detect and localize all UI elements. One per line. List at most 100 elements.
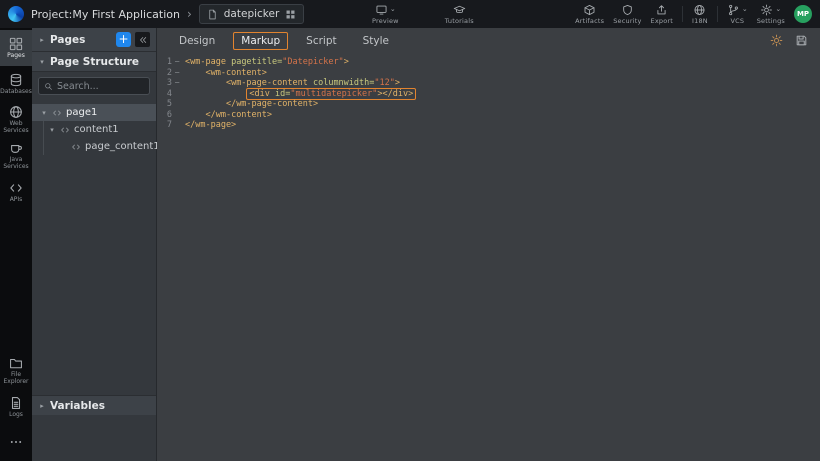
panel-footer-space xyxy=(32,415,156,461)
tree-item-label: content1 xyxy=(74,124,119,135)
widget-highlight-box: <div id="multidatepicker"></div> xyxy=(246,88,416,100)
toolbar-label: I18N xyxy=(692,17,708,25)
caret-right-icon[interactable]: ▸ xyxy=(38,36,46,44)
page-tab[interactable]: datepicker xyxy=(199,4,305,24)
search-input[interactable] xyxy=(57,81,144,92)
file-lines-icon xyxy=(9,396,23,410)
tree-children: ▾ content1 page_content1 xyxy=(43,121,156,155)
search-box[interactable] xyxy=(38,77,150,95)
tutorials-button[interactable]: Tutorials xyxy=(445,3,474,25)
variables-title: Variables xyxy=(50,400,105,412)
topbar-center: ⌄Preview Tutorials xyxy=(372,0,474,28)
graduation-cap-icon xyxy=(453,4,466,16)
rail-item-file-explorer[interactable]: File Explorer xyxy=(0,353,32,389)
code-token: </wm-content> xyxy=(205,110,272,120)
editor-line[interactable]: 6 </wm-content> xyxy=(157,110,820,121)
export-button[interactable]: Export xyxy=(651,3,673,25)
search-icon xyxy=(44,82,53,91)
caret-down-icon[interactable]: ▾ xyxy=(40,109,48,117)
preview-button[interactable]: ⌄Preview xyxy=(372,3,399,25)
editor-tabs: Design Markup Script Style xyxy=(171,32,397,50)
tab-markup[interactable]: Markup xyxy=(233,32,288,50)
export-icon xyxy=(655,4,668,16)
tab-style[interactable]: Style xyxy=(355,32,397,50)
icon-row: ⌄ xyxy=(760,3,781,16)
line-number: 7 xyxy=(157,120,172,131)
fold-marker[interactable]: − xyxy=(172,78,182,89)
icon-row: ⌄ xyxy=(375,3,396,16)
page-icon xyxy=(207,9,218,20)
artifacts-button[interactable]: Artifacts xyxy=(575,3,604,25)
editor-line[interactable]: 1−<wm-page pagetitle="Datepicker"> xyxy=(157,57,820,68)
rail-item-label: Java Services xyxy=(0,157,32,171)
save-icon[interactable] xyxy=(795,34,808,47)
tree-item-content1[interactable]: ▾ content1 xyxy=(44,121,156,138)
toolbar-label: Security xyxy=(613,17,641,25)
code-text: </wm-page-content> xyxy=(182,99,318,110)
editor-line[interactable]: 7</wm-page> xyxy=(157,120,820,131)
gear-icon xyxy=(760,4,773,16)
caret-down-icon[interactable]: ▾ xyxy=(48,126,56,134)
add-page-button[interactable]: + xyxy=(116,32,131,47)
icon-row: ⌄ xyxy=(727,3,748,16)
fold-marker[interactable]: − xyxy=(172,57,182,68)
markup-settings-gear-icon[interactable] xyxy=(770,34,783,47)
rail-item-label: Web Services xyxy=(0,121,32,135)
tab-design[interactable]: Design xyxy=(171,32,223,50)
rail-item-label: Databases xyxy=(0,89,32,96)
rail-item-ellipsis-icon[interactable] xyxy=(0,425,32,461)
tree-item-label: page_content1 xyxy=(85,141,160,152)
caret-right-icon[interactable]: ▸ xyxy=(38,402,46,410)
toolbar-label: Settings xyxy=(757,17,785,25)
grid-icon[interactable] xyxy=(285,9,296,20)
editor-line[interactable]: 5 </wm-page-content> xyxy=(157,99,820,110)
tree-item-page1[interactable]: ▾page1 xyxy=(32,104,156,121)
caret-down-icon[interactable]: ▾ xyxy=(38,58,46,66)
editor-line[interactable]: 4 <div id="multidatepicker"></div> xyxy=(157,89,820,100)
vcs-button[interactable]: ⌄VCS xyxy=(727,3,748,25)
i18n-button[interactable]: I18N xyxy=(692,3,708,25)
line-number: 1 xyxy=(157,57,172,68)
wavemaker-logo-icon[interactable] xyxy=(8,6,24,22)
line-number: 2 xyxy=(157,68,172,79)
page-structure-header[interactable]: ▾ Page Structure xyxy=(32,51,156,72)
project-name: Project:My First Application xyxy=(31,8,180,21)
code-token xyxy=(185,110,205,120)
code-token: id= xyxy=(275,89,290,99)
editor-line[interactable]: 3− <wm-page-content columnwidth="12"> xyxy=(157,78,820,89)
code-token: "12" xyxy=(374,78,394,88)
pages-panel-header[interactable]: ▸ Pages + xyxy=(32,28,156,51)
icon-row xyxy=(583,3,596,16)
code-token: > xyxy=(395,78,400,88)
separator xyxy=(682,6,683,22)
code-token xyxy=(185,99,226,109)
rail-item-apis[interactable]: APIs xyxy=(0,174,32,210)
user-avatar[interactable]: MP xyxy=(794,5,812,23)
code-token xyxy=(185,68,205,78)
rail-item-logs[interactable]: Logs xyxy=(0,389,32,425)
variables-header[interactable]: ▸ Variables xyxy=(32,395,156,415)
pages-panel: ▸ Pages + ▾ Page Structure ▾page1▾conten… xyxy=(32,28,157,461)
toolbar-label: Artifacts xyxy=(575,17,604,25)
chevron-down-icon: ⌄ xyxy=(390,6,396,13)
rail-item-java-services[interactable]: Java Services xyxy=(0,138,32,174)
settings-button[interactable]: ⌄Settings xyxy=(757,3,785,25)
rail-item-pages[interactable]: Pages xyxy=(0,30,32,66)
globe-icon xyxy=(693,4,706,16)
editor-line[interactable]: 2− <wm-content> xyxy=(157,68,820,79)
search-container xyxy=(32,72,156,100)
rail-item-web-services[interactable]: Web Services xyxy=(0,102,32,138)
icon-row xyxy=(453,3,466,16)
security-button[interactable]: Security xyxy=(613,3,641,25)
collapse-panel-button[interactable] xyxy=(135,32,150,47)
rail-item-databases[interactable]: Databases xyxy=(0,66,32,102)
chevron-right-icon: › xyxy=(187,8,192,20)
icon-row xyxy=(655,3,668,16)
markup-code-editor[interactable]: 1−<wm-page pagetitle="Datepicker">2− <wm… xyxy=(157,53,820,461)
code-token xyxy=(185,78,226,88)
pages-panel-title: Pages xyxy=(50,34,85,46)
tree-item-page-content1[interactable]: page_content1 xyxy=(44,138,156,155)
tab-script[interactable]: Script xyxy=(298,32,344,50)
tab-actions xyxy=(770,34,808,47)
fold-marker[interactable]: − xyxy=(172,68,182,79)
